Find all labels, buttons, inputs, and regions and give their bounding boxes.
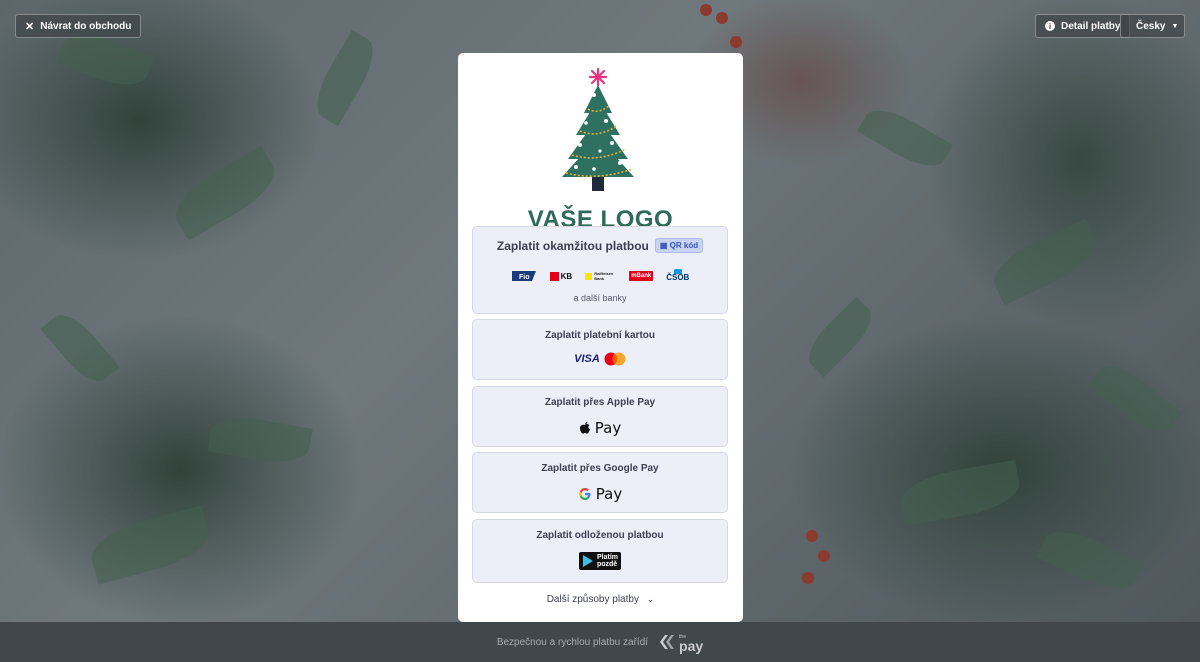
more-payment-methods-toggle[interactable]: Další způsoby platby ⌄ <box>458 594 743 605</box>
more-banks-label: a další banky <box>573 293 627 303</box>
footer: Bezpečnou a rychlou platbu zařídí the pa… <box>0 622 1200 662</box>
payment-detail-button[interactable]: i Detail platby <box>1035 14 1131 38</box>
card-payment-option[interactable]: Zaplatit platební kartou VISA <box>472 319 728 380</box>
svg-text:Fio: Fio <box>519 274 530 281</box>
card-brands: VISA <box>473 352 727 366</box>
instant-payment-option[interactable]: Zaplatit okamžitou platbou ▦ QR kód Fio K… <box>472 226 728 314</box>
christmas-tree-icon <box>562 67 634 191</box>
merchant-logo: VAŠE LOGO <box>458 65 743 233</box>
bank-logo-raiffeisen[interactable]: Raiffeisen Bank <box>585 269 616 283</box>
apple-pay-title: Zaplatit přes Apple Pay <box>544 397 656 408</box>
card-payment-title: Zaplatit platební kartou <box>544 330 655 341</box>
chevron-down-icon: ⌄ <box>646 594 655 604</box>
close-icon: ✕ <box>25 20 35 33</box>
google-pay-text: Pay <box>595 485 623 503</box>
back-to-shop-label: Návrat do obchodu <box>40 20 132 32</box>
instant-payment-title: Zaplatit okamžitou platbou ▦ QR kód <box>473 238 727 253</box>
qr-code-badge[interactable]: ▦ QR kód <box>654 238 704 253</box>
brand-line-2: pozdě <box>596 561 618 568</box>
play-icon <box>582 555 593 567</box>
thepay-icon <box>660 635 675 649</box>
bank-logo-fio[interactable]: Fio <box>511 269 537 283</box>
payment-detail-label: Detail platby <box>1061 20 1121 32</box>
google-pay-logo: Pay <box>473 485 727 503</box>
platim-pozde-logo: Platím pozdě <box>473 552 727 570</box>
bank-logos: Fio KB Raiffeisen Bank mBank ČSOB <box>473 269 727 283</box>
bank-logo-kb[interactable]: KB <box>549 269 572 283</box>
google-g-icon <box>579 488 591 500</box>
caret-down-icon: ▼ <box>1171 22 1179 30</box>
visa-logo: VISA <box>574 353 600 365</box>
mastercard-icon <box>604 352 626 366</box>
bank-logo-mbank[interactable]: mBank <box>629 269 654 283</box>
footer-text: Bezpečnou a rychlou platbu zařídí <box>496 636 649 648</box>
more-payment-methods-label: Další způsoby platby <box>546 594 639 605</box>
back-to-shop-button[interactable]: ✕ Návrat do obchodu <box>15 14 142 38</box>
apple-pay-option[interactable]: Zaplatit přes Apple Pay Pay <box>472 386 728 447</box>
apple-icon <box>579 421 590 434</box>
brand-line-1: Platím <box>596 554 618 561</box>
payment-card: VAŠE LOGO Zaplatit okamžitou platbou ▦ QR… <box>458 53 743 622</box>
google-pay-title: Zaplatit přes Google Pay <box>541 463 659 474</box>
info-icon: i <box>1045 21 1055 31</box>
thepay-logo[interactable]: the pay <box>656 633 704 654</box>
language-select[interactable]: Česky ▼ <box>1120 14 1185 38</box>
apple-pay-text: Pay <box>594 419 622 437</box>
thepay-brand-text: pay <box>679 638 704 654</box>
google-pay-option[interactable]: Zaplatit přes Google Pay Pay <box>472 452 728 513</box>
apple-pay-logo: Pay <box>473 419 727 437</box>
language-label: Česky <box>1136 20 1166 32</box>
deferred-payment-option[interactable]: Zaplatit odloženou platbou Platím pozdě <box>472 519 728 583</box>
deferred-payment-title: Zaplatit odloženou platbou <box>536 530 664 541</box>
qr-icon: ▦ <box>659 241 670 250</box>
bank-logo-csob[interactable]: ČSOB <box>666 269 689 283</box>
